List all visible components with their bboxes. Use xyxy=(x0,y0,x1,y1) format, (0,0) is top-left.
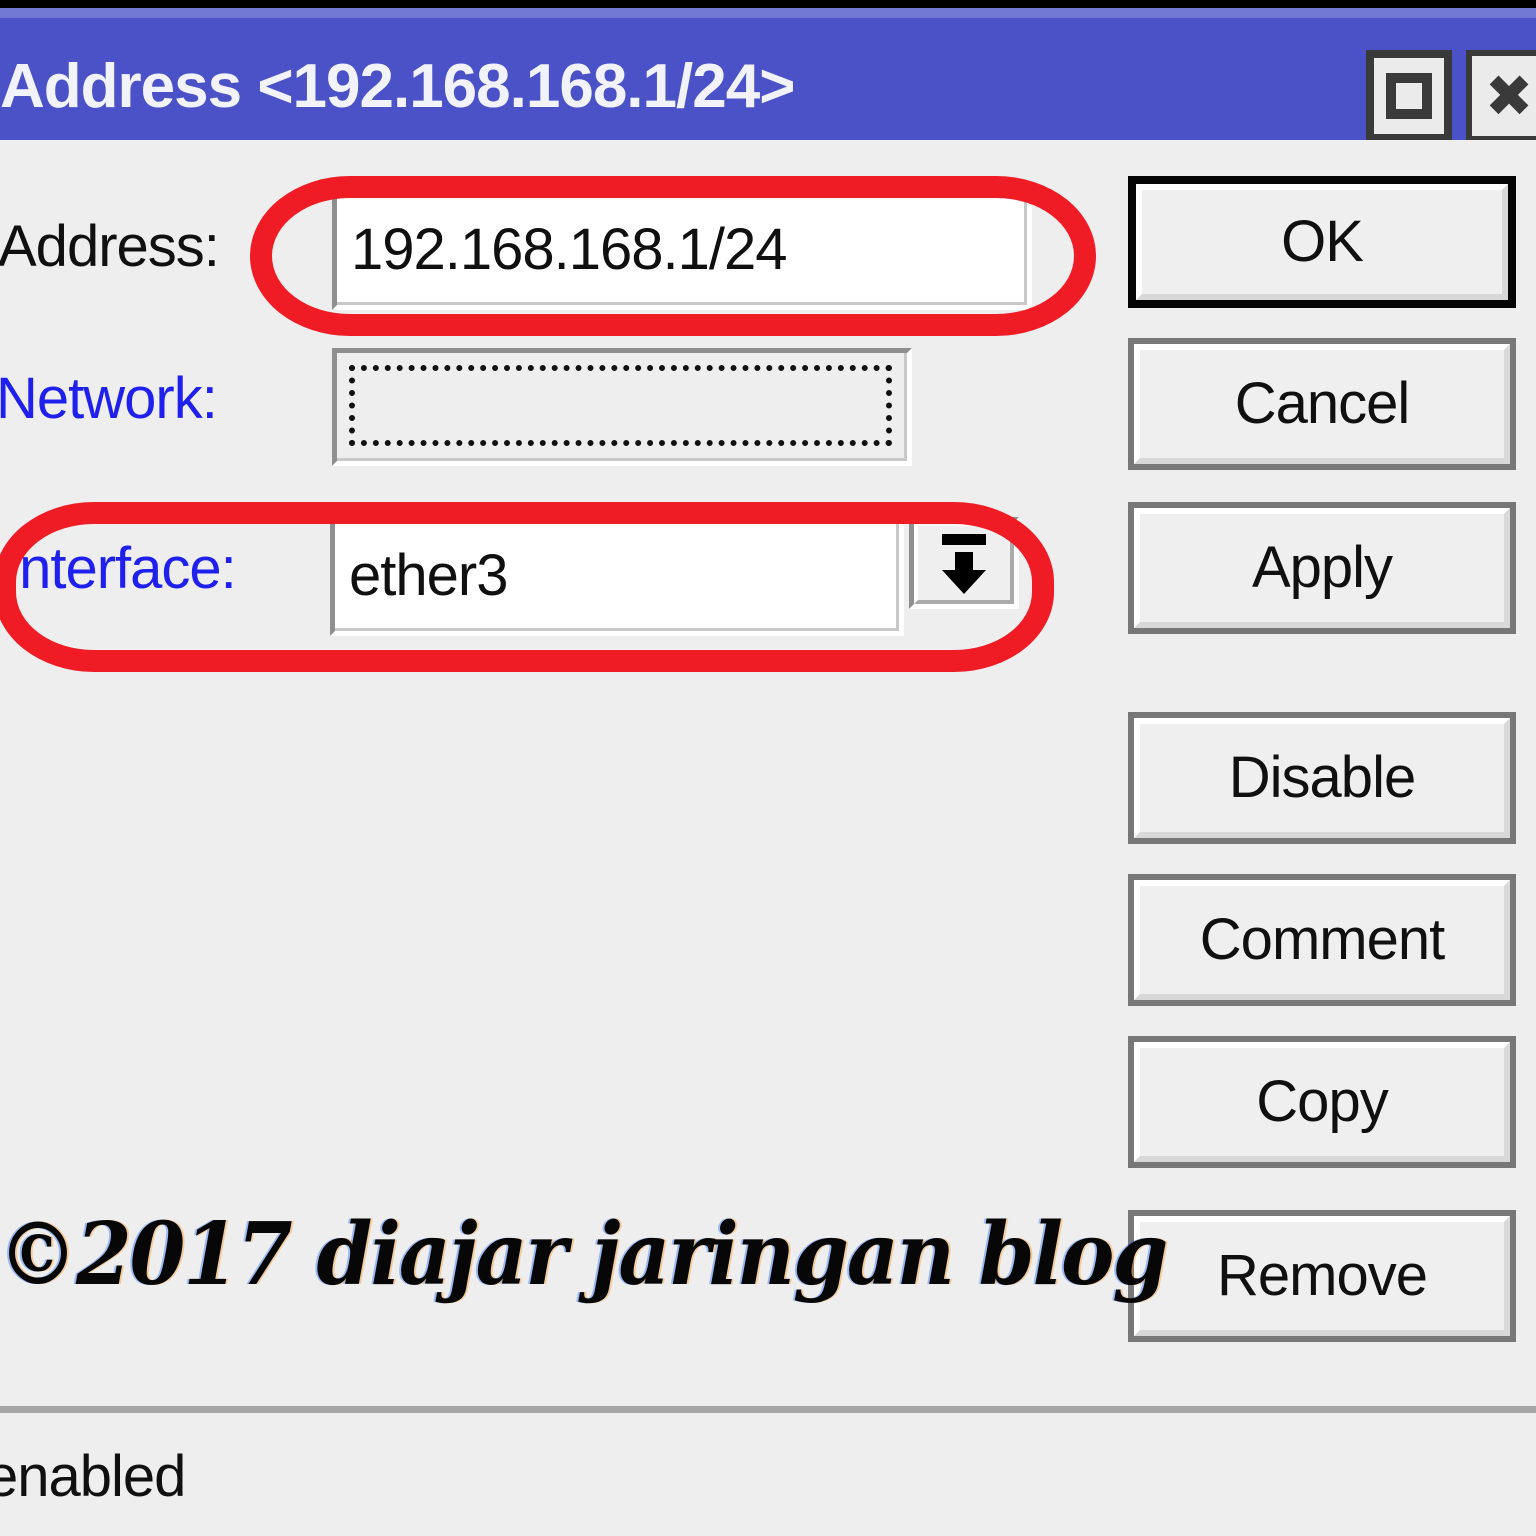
copy-button[interactable]: Copy xyxy=(1128,1036,1516,1168)
window-titlebar[interactable]: Address <192.168.168.1/24> ✖ xyxy=(0,8,1536,142)
remove-button-label: Remove xyxy=(1217,1243,1428,1308)
cancel-button[interactable]: Cancel xyxy=(1128,338,1516,470)
watermark-text: ©2017 diajar jaringan blog xyxy=(0,1203,1168,1305)
maximize-icon xyxy=(1386,73,1432,119)
apply-button[interactable]: Apply xyxy=(1128,502,1516,634)
address-label: Address: xyxy=(0,214,220,279)
interface-dropdown-button[interactable] xyxy=(909,517,1019,609)
ok-button-label: OK xyxy=(1281,209,1364,274)
status-bar-text: enabled xyxy=(0,1444,186,1509)
disable-button[interactable]: Disable xyxy=(1128,712,1516,844)
interface-label: Interface: xyxy=(4,536,237,601)
interface-input-value: ether3 xyxy=(349,542,508,608)
network-focus-outline xyxy=(349,365,892,446)
comment-button-label: Comment xyxy=(1199,907,1445,972)
address-dialog-window: Address <192.168.168.1/24> ✖ Address: 19… xyxy=(0,8,1536,1536)
disable-button-label: Disable xyxy=(1228,745,1416,810)
address-input-value: 192.168.168.1/24 xyxy=(351,216,788,282)
cancel-button-label: Cancel xyxy=(1234,371,1411,436)
network-combo[interactable] xyxy=(332,348,912,466)
comment-button[interactable]: Comment xyxy=(1128,874,1516,1006)
ok-button[interactable]: OK xyxy=(1128,176,1516,308)
remove-button[interactable]: Remove xyxy=(1128,1210,1516,1342)
drop-to-bottom-icon xyxy=(938,534,990,594)
interface-input-inner: ether3 xyxy=(335,523,899,631)
screen: Address <192.168.168.1/24> ✖ Address: 19… xyxy=(0,0,1536,1536)
close-button[interactable]: ✖ xyxy=(1466,50,1536,142)
close-icon: ✖ xyxy=(1484,62,1534,130)
copy-button-label: Copy xyxy=(1256,1069,1388,1134)
apply-button-label: Apply xyxy=(1251,535,1393,600)
status-bar-divider xyxy=(0,1406,1536,1413)
address-input[interactable]: 192.168.168.1/24 xyxy=(332,192,1032,310)
interface-dropdown-button-face xyxy=(914,522,1014,604)
window-title: Address <192.168.168.1/24> xyxy=(0,52,795,121)
maximize-button[interactable] xyxy=(1366,50,1452,142)
address-input-inner: 192.168.168.1/24 xyxy=(337,197,1027,305)
interface-input[interactable]: ether3 xyxy=(330,518,904,636)
network-label: Network: xyxy=(0,366,218,431)
network-combo-inner xyxy=(337,353,907,461)
